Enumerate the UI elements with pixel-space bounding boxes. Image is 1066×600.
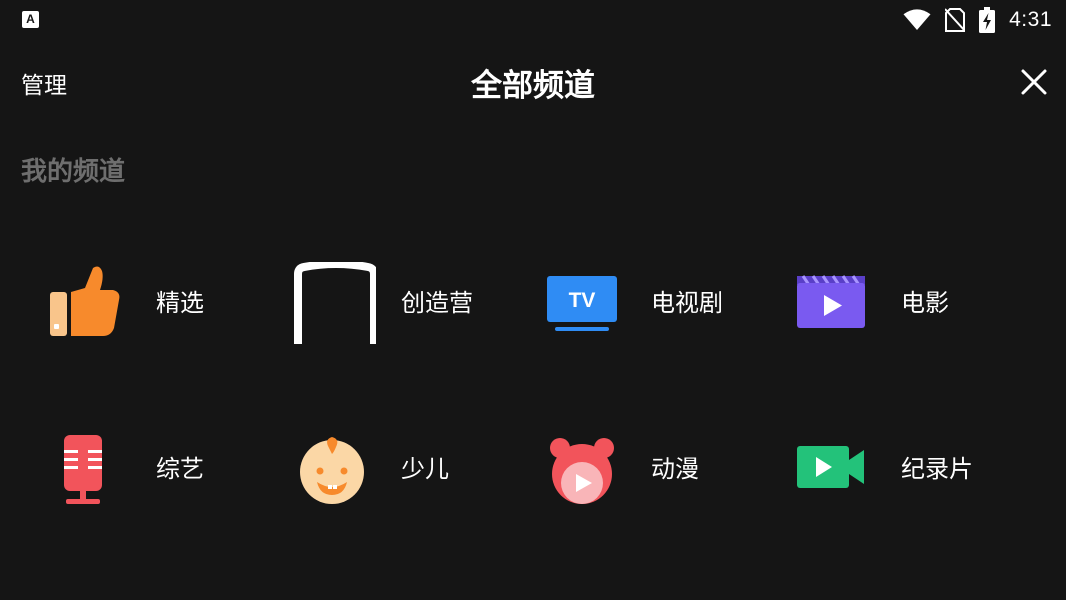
- close-icon[interactable]: [1016, 64, 1052, 100]
- camp-frame-icon: [294, 262, 376, 344]
- status-time: 4:31: [1009, 8, 1052, 31]
- channel-label: 综艺: [156, 455, 204, 483]
- channel-label: 动漫: [651, 455, 699, 483]
- manage-button[interactable]: 管理: [21, 66, 67, 100]
- channel-item-camp[interactable]: 创造营: [250, 242, 500, 372]
- tv-icon: TV: [547, 276, 617, 331]
- video-camera-icon: [797, 446, 864, 488]
- channel-label: 电视剧: [651, 289, 723, 317]
- microphone-icon: [64, 435, 102, 504]
- channel-label: 创造营: [401, 289, 473, 317]
- channel-item-kids[interactable]: 少儿: [250, 408, 500, 538]
- channel-label: 精选: [156, 289, 204, 317]
- channel-item-anime[interactable]: 动漫: [500, 408, 750, 538]
- no-sim-icon: [945, 8, 966, 32]
- channel-item-variety[interactable]: 综艺: [5, 408, 255, 538]
- channel-item-documentary[interactable]: 纪录片: [750, 408, 1000, 538]
- baby-face-icon: [300, 437, 364, 504]
- channel-item-tv-series[interactable]: TV 电视剧: [500, 242, 750, 372]
- header: 管理 全部频道: [0, 50, 1066, 112]
- channel-label: 电影: [901, 289, 949, 317]
- channel-label: 纪录片: [901, 455, 973, 483]
- app-notification-icon: A: [22, 11, 39, 28]
- page-title: 全部频道: [471, 68, 595, 104]
- status-icons: 4:31: [903, 6, 1052, 34]
- movie-clapper-icon: [797, 275, 865, 328]
- svg-text:TV: TV: [569, 289, 596, 312]
- my-channels-title: 我的频道: [21, 157, 126, 187]
- channel-item-featured[interactable]: 精选: [5, 242, 255, 372]
- wifi-icon: [903, 9, 931, 30]
- app-notification-letter: A: [26, 12, 35, 26]
- battery-charging-icon: [979, 7, 996, 33]
- channel-label: 少儿: [401, 455, 449, 483]
- thumbs-up-icon: [50, 266, 120, 336]
- cartoon-mouse-icon: [550, 438, 614, 504]
- channel-item-movie[interactable]: 电影: [750, 242, 1000, 372]
- status-bar: A 4:31: [0, 0, 1066, 40]
- all-channels-screen: A 4:31 管理 全部频道 我的频道 精选 创造营 TV 电视剧 电影 综艺 …: [0, 0, 1066, 600]
- channel-grid: 精选 创造营 TV 电视剧 电影 综艺 少儿 动漫 纪录片: [0, 215, 1066, 555]
